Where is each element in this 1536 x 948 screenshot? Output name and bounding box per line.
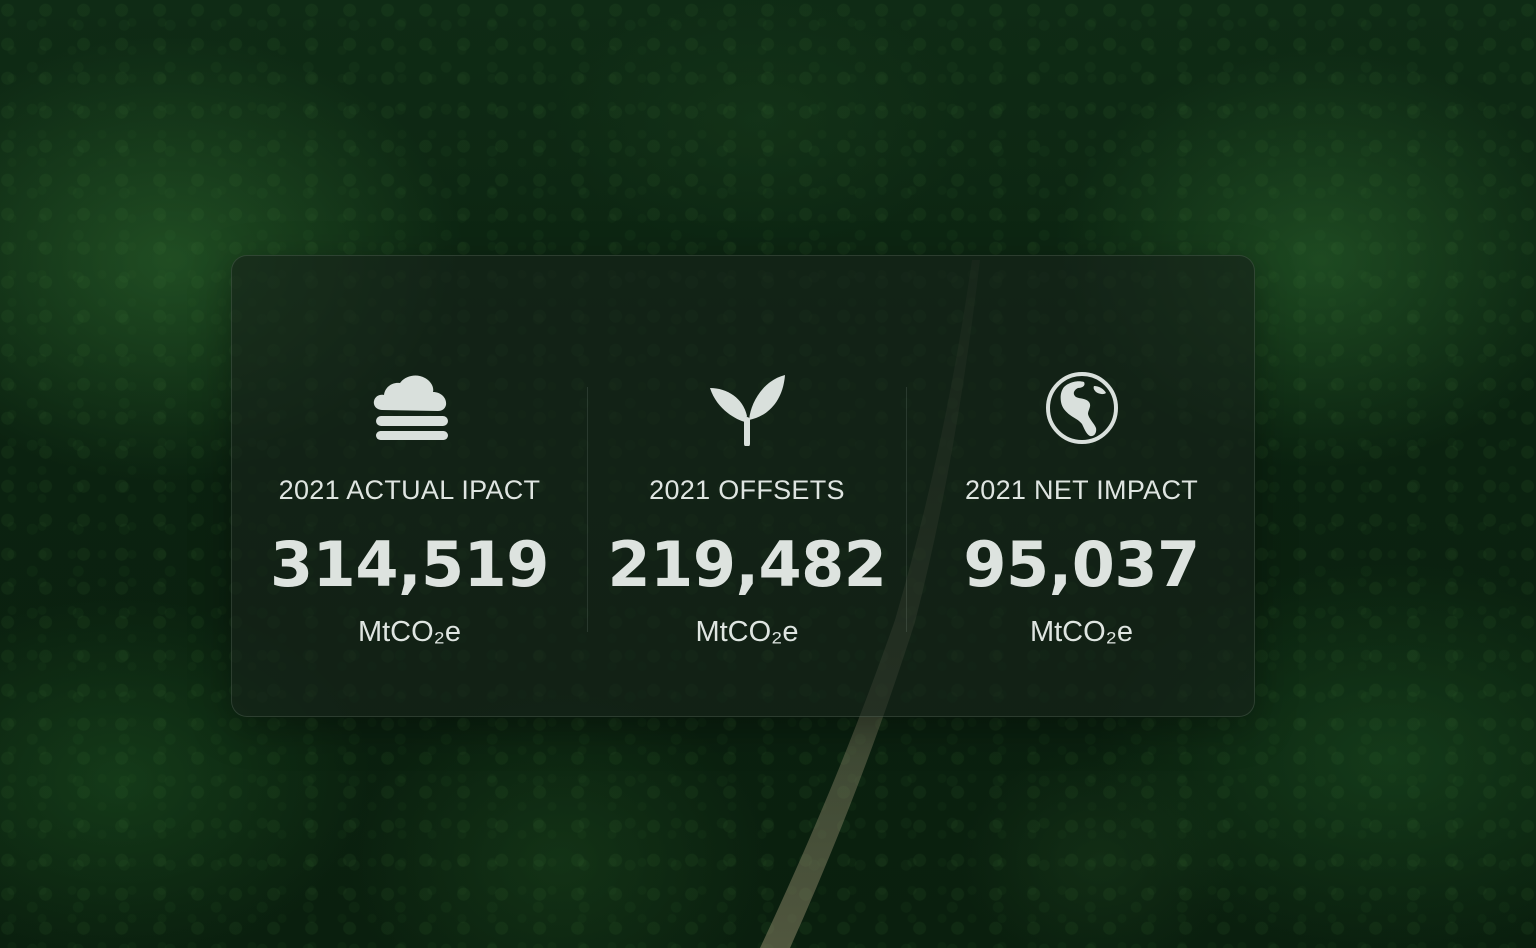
net-impact-unit: MtCO₂e [1029, 616, 1134, 648]
cloud-icon [370, 370, 450, 446]
actual-impact-stat: 2021 ACTUAL IPACT 314,519 MtCO₂e [232, 256, 587, 718]
offsets-stat: 2021 OFFSETS 219,482 MtCO₂e [588, 256, 906, 718]
offsets-label: 2021 OFFSETS [649, 475, 845, 505]
sprout-icon [707, 370, 787, 446]
net-impact-stat: 2021 NET IMPACT 95,037 MtCO₂e [907, 256, 1256, 718]
globe-icon [1042, 370, 1122, 446]
actual-impact-label: 2021 ACTUAL IPACT [278, 475, 541, 505]
actual-impact-value: 314,519 [270, 528, 549, 601]
actual-impact-unit: MtCO₂e [357, 616, 462, 648]
net-impact-value: 95,037 [963, 528, 1200, 601]
net-impact-label: 2021 NET IMPACT [964, 475, 1199, 505]
offsets-unit: MtCO₂e [695, 616, 799, 648]
offsets-value: 219,482 [607, 528, 887, 601]
impact-summary-panel: 2021 ACTUAL IPACT 314,519 MtCO₂e 2021 OF… [231, 255, 1255, 717]
